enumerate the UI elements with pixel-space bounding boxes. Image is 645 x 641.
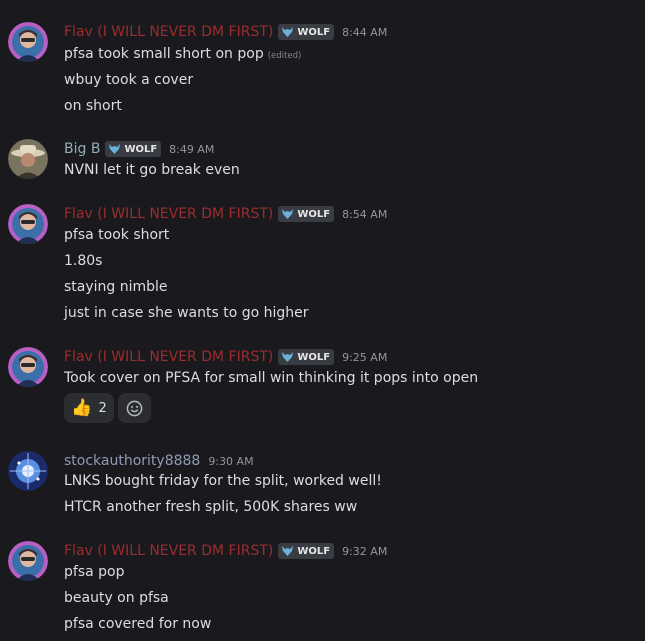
message-line: pfsa covered for now bbox=[64, 616, 212, 632]
edited-label: (edited) bbox=[267, 51, 302, 61]
thumbs-up-icon: 👍 bbox=[71, 398, 93, 418]
author-name[interactable]: Big B bbox=[64, 141, 100, 157]
message-header: Flav (I WILL NEVER DM FIRST) WOLF 9:25 A… bbox=[64, 347, 387, 367]
tag-label: WOLF bbox=[297, 208, 331, 220]
reaction-thumbs-up[interactable]: 👍 2 bbox=[64, 393, 114, 423]
message-line: pfsa took small short on pop bbox=[64, 46, 264, 62]
author-name[interactable]: Flav (I WILL NEVER DM FIRST) bbox=[64, 24, 273, 40]
message-header: stockauthority8888 9:30 AM bbox=[64, 451, 254, 471]
wolf-icon bbox=[109, 144, 121, 154]
add-reaction-icon bbox=[126, 400, 143, 416]
avatar-flav[interactable] bbox=[8, 22, 48, 62]
author-name[interactable]: Flav (I WILL NEVER DM FIRST) bbox=[64, 206, 273, 222]
message-line: pfsa took short bbox=[64, 227, 170, 243]
message-text: pfsa took small short on pop (edited) bbox=[64, 44, 301, 66]
avatar-image bbox=[8, 451, 48, 491]
reaction-count: 2 bbox=[98, 400, 107, 416]
wolf-icon bbox=[282, 209, 294, 219]
message-header: Flav (I WILL NEVER DM FIRST) WOLF 8:54 A… bbox=[64, 204, 387, 224]
avatar-flav[interactable] bbox=[8, 347, 48, 387]
message-line: Took cover on PFSA for small win thinkin… bbox=[64, 370, 479, 386]
timestamp: 9:30 AM bbox=[208, 454, 254, 468]
timestamp: 9:32 AM bbox=[342, 544, 388, 558]
reaction-bar: 👍 2 bbox=[64, 393, 151, 423]
tag-label: WOLF bbox=[297, 545, 331, 557]
author-name[interactable]: stockauthority8888 bbox=[64, 453, 200, 469]
server-tag[interactable]: WOLF bbox=[105, 141, 162, 157]
avatar-image bbox=[8, 347, 48, 387]
message-line: staying nimble bbox=[64, 279, 168, 295]
message-line: 1.80s bbox=[64, 253, 103, 269]
message-line: LNKS bought friday for the split, worked… bbox=[64, 473, 382, 489]
timestamp: 8:54 AM bbox=[342, 207, 388, 221]
server-tag[interactable]: WOLF bbox=[278, 206, 335, 222]
message-line: just in case she wants to go higher bbox=[64, 305, 309, 321]
message-line: HTCR another fresh split, 500K shares ww bbox=[64, 499, 358, 515]
timestamp: 8:49 AM bbox=[169, 142, 215, 156]
wolf-icon bbox=[282, 352, 294, 362]
message-header: Big B WOLF 8:49 AM bbox=[64, 139, 214, 159]
timestamp: 8:44 AM bbox=[342, 25, 388, 39]
message-line: beauty on pfsa bbox=[64, 590, 169, 606]
author-name[interactable]: Flav (I WILL NEVER DM FIRST) bbox=[64, 543, 273, 559]
wolf-icon bbox=[282, 27, 294, 37]
message-line: NVNI let it go break even bbox=[64, 162, 240, 178]
message-line: wbuy took a cover bbox=[64, 72, 194, 88]
message-header: Flav (I WILL NEVER DM FIRST) WOLF 9:32 A… bbox=[64, 541, 387, 561]
avatar-big-b[interactable] bbox=[8, 139, 48, 179]
message-header: Flav (I WILL NEVER DM FIRST) WOLF 8:44 A… bbox=[64, 22, 387, 42]
avatar-flav[interactable] bbox=[8, 541, 48, 581]
tag-label: WOLF bbox=[297, 351, 331, 363]
message-feed: Flav (I WILL NEVER DM FIRST) WOLF 8:44 A… bbox=[0, 0, 645, 641]
avatar-image bbox=[8, 541, 48, 581]
avatar-flav[interactable] bbox=[8, 204, 48, 244]
tag-label: WOLF bbox=[124, 143, 158, 155]
message-line: pfsa pop bbox=[64, 564, 125, 580]
server-tag[interactable]: WOLF bbox=[278, 543, 335, 559]
server-tag[interactable]: WOLF bbox=[278, 24, 335, 40]
avatar-stockauthority[interactable] bbox=[8, 451, 48, 491]
avatar-image bbox=[8, 22, 48, 62]
author-name[interactable]: Flav (I WILL NEVER DM FIRST) bbox=[64, 349, 273, 365]
avatar-image bbox=[8, 204, 48, 244]
add-reaction-button[interactable] bbox=[118, 393, 151, 423]
timestamp: 9:25 AM bbox=[342, 350, 388, 364]
avatar-image bbox=[8, 139, 48, 179]
wolf-icon bbox=[282, 546, 294, 556]
tag-label: WOLF bbox=[297, 26, 331, 38]
message-line: on short bbox=[64, 98, 122, 114]
server-tag[interactable]: WOLF bbox=[278, 349, 335, 365]
